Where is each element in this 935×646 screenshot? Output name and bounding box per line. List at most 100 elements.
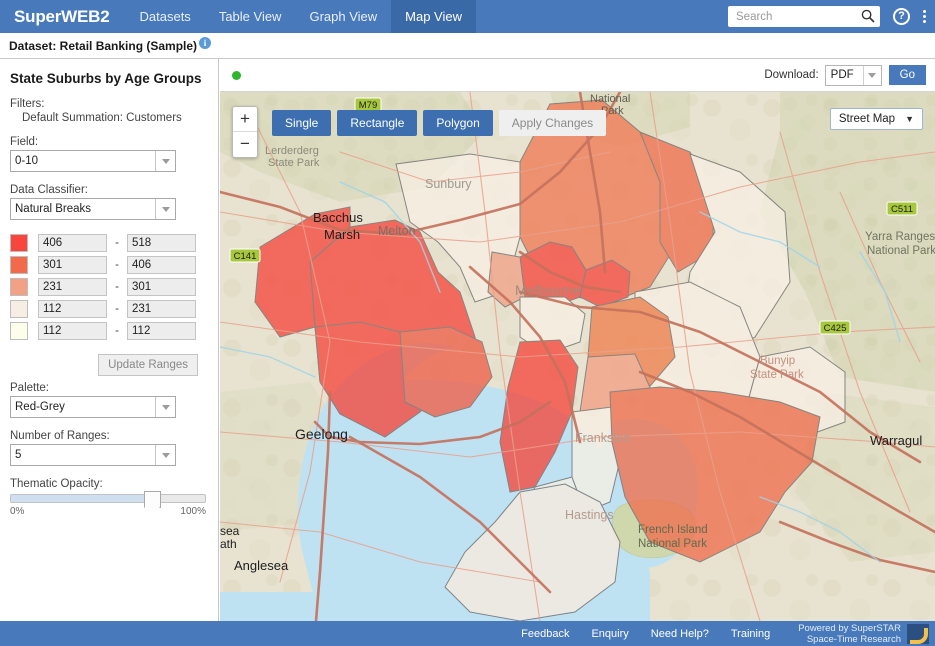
chevron-down-icon[interactable]: ▼ (905, 114, 914, 124)
update-ranges-button[interactable]: Update Ranges (98, 354, 198, 376)
filters-value: Default Summation: Customers (22, 112, 208, 124)
app-brand-logo[interactable]: SuperWEB2 (0, 7, 126, 27)
map-label: Geelong (295, 426, 348, 442)
slider-tick-labels: 0% 100% (10, 506, 206, 517)
chevron-down-icon[interactable] (863, 66, 881, 85)
map-label: Lerderderg (265, 145, 319, 157)
chevron-down-icon[interactable] (155, 397, 175, 417)
range-separator: - (107, 325, 127, 337)
legend-row: 231 - 301 (10, 278, 208, 296)
search-input[interactable] (734, 7, 858, 26)
footer-link-enquiry[interactable]: Enquiry (591, 628, 628, 640)
legend-color-swatch[interactable] (10, 278, 28, 296)
zoom-in-button[interactable]: + (233, 107, 257, 132)
legend-range-max[interactable]: 406 (127, 256, 196, 274)
download-group: Download: PDF Go (764, 65, 935, 86)
map-label: Melton (378, 224, 416, 238)
powered-by-line1: Powered by SuperSTAR (798, 623, 901, 634)
download-go-button[interactable]: Go (889, 65, 926, 85)
dataset-title: Dataset: Retail Banking (Sample) (9, 39, 197, 53)
slider-min-label: 0% (10, 506, 24, 517)
range-separator: - (107, 237, 127, 249)
search-box[interactable] (728, 6, 880, 27)
map-label: State Park (268, 157, 320, 169)
map-label: Yarra Ranges (865, 231, 935, 243)
nav-item-graph-view[interactable]: Graph View (295, 0, 391, 33)
field-label: Field: (10, 136, 208, 148)
legend-range-list: 406 - 518 301 - 406 231 - 301 112 - 231 (10, 234, 208, 376)
legend-color-swatch[interactable] (10, 322, 28, 340)
thematic-opacity-label: Thematic Opacity: (10, 478, 208, 490)
data-classifier-value: Natural Breaks (11, 203, 91, 215)
legend-range-max[interactable]: 231 (127, 300, 196, 318)
filters-label: Filters: (10, 98, 208, 110)
legend-row: 112 - 112 (10, 322, 208, 340)
nav-item-datasets[interactable]: Datasets (126, 0, 205, 33)
basemap-select[interactable]: Street Map ▼ (830, 108, 923, 130)
legend-range-min[interactable]: 231 (38, 278, 107, 296)
help-icon[interactable]: ? (893, 8, 910, 25)
select-single-button[interactable]: Single (272, 110, 331, 136)
legend-range-max[interactable]: 518 (127, 234, 196, 252)
map-selection-tools: Single Rectangle Polygon Apply Changes (272, 110, 612, 136)
map-label: Warragul (870, 433, 922, 448)
slider-track[interactable] (10, 494, 206, 503)
dataset-bar: Dataset: Retail Banking (Sample) i (0, 33, 935, 59)
map-canvas[interactable]: LerderdergState ParkNationalParkSunburyB… (220, 92, 935, 621)
kebab-menu-icon[interactable] (923, 8, 927, 25)
download-label: Download: (764, 69, 818, 81)
chevron-down-icon[interactable] (155, 199, 175, 219)
download-format-select[interactable]: PDF (825, 65, 882, 86)
legend-range-min[interactable]: 406 (38, 234, 107, 252)
legend-color-swatch[interactable] (10, 256, 28, 274)
nav-item-map-view[interactable]: Map View (391, 0, 476, 33)
update-ranges-row: Update Ranges (10, 344, 208, 376)
panel-title: State Suburbs by Age Groups (10, 71, 208, 86)
legend-color-swatch[interactable] (10, 234, 28, 252)
map-label: sea (220, 524, 240, 538)
road-shield-label: C141 (234, 251, 257, 262)
map-label: Frankston (575, 431, 631, 445)
map-label: Melbourne (515, 282, 581, 298)
chevron-down-icon[interactable] (155, 445, 175, 465)
slider-max-label: 100% (180, 506, 206, 517)
legend-range-min[interactable]: 301 (38, 256, 107, 274)
legend-range-max[interactable]: 301 (127, 278, 196, 296)
thematic-opacity-slider[interactable]: 0% 100% (10, 494, 206, 517)
zoom-out-button[interactable]: − (233, 132, 257, 157)
nav-item-table-view[interactable]: Table View (205, 0, 296, 33)
green-status-dot-icon (232, 71, 241, 80)
footer-link-need-help[interactable]: Need Help? (651, 628, 709, 640)
palette-select[interactable]: Red-Grey (10, 396, 176, 418)
footer-link-feedback[interactable]: Feedback (521, 628, 569, 640)
select-polygon-button[interactable]: Polygon (423, 110, 492, 136)
legend-range-min[interactable]: 112 (38, 300, 107, 318)
info-icon[interactable]: i (199, 37, 211, 49)
map-label: Hastings (565, 508, 614, 522)
palette-label: Palette: (10, 382, 208, 394)
data-classifier-select[interactable]: Natural Breaks (10, 198, 176, 220)
map-label: French Island (638, 524, 708, 536)
footer-link-training[interactable]: Training (731, 628, 770, 640)
map-svg: LerderdergState ParkNationalParkSunburyB… (220, 92, 935, 621)
basemap-select-value: Street Map (839, 113, 895, 125)
thematic-sidebar-panel: State Suburbs by Age Groups Filters: Def… (0, 59, 219, 621)
map-toolbar: Download: PDF Go (220, 59, 935, 92)
number-of-ranges-select[interactable]: 5 (10, 444, 176, 466)
powered-by-text: Powered by SuperSTAR Space-Time Research (798, 623, 901, 645)
legend-range-max[interactable]: 112 (127, 322, 196, 340)
apply-changes-button[interactable]: Apply Changes (499, 110, 606, 136)
legend-color-swatch[interactable] (10, 300, 28, 318)
select-rectangle-button[interactable]: Rectangle (337, 110, 417, 136)
search-icon[interactable] (861, 9, 875, 26)
footer-links: Feedback Enquiry Need Help? Training (499, 628, 770, 640)
top-navigation-bar: SuperWEB2 Datasets Table View Graph View… (0, 0, 935, 33)
superstar-logo-icon (907, 624, 929, 644)
field-select[interactable]: 0-10 (10, 150, 176, 172)
slider-fill (11, 495, 151, 502)
chevron-down-icon[interactable] (155, 151, 175, 171)
legend-range-min[interactable]: 112 (38, 322, 107, 340)
field-select-value: 0-10 (11, 155, 38, 167)
slider-handle[interactable] (144, 491, 161, 508)
map-zoom-controls[interactable]: + − (232, 106, 258, 158)
